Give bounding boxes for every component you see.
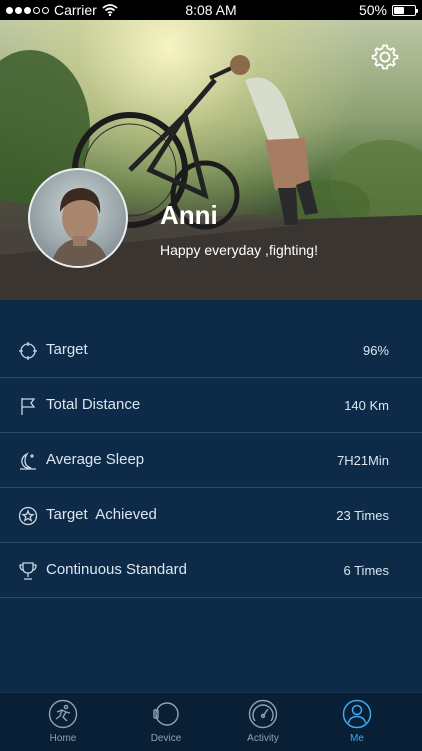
stat-value: 96% [362, 343, 389, 358]
moon-icon [20, 452, 36, 470]
runner-icon [48, 699, 78, 729]
stat-value: 6 Times [343, 563, 389, 578]
tab-me[interactable]: Me [317, 693, 397, 751]
stat-row-total-distance[interactable]: Total Distance 140 Km [0, 378, 422, 433]
stat-label: Target Achieved [46, 506, 157, 523]
stat-label: Average Sleep [46, 451, 145, 468]
profile-header: Anni Happy everyday ,fighting! [0, 20, 422, 300]
tab-label: Device [150, 733, 182, 744]
battery-icon [392, 4, 418, 16]
target-icon [19, 342, 37, 360]
status-right: 50% [358, 2, 418, 18]
stat-row-target-achieved[interactable]: Target Achieved 23 Times [0, 488, 422, 543]
stat-row-average-sleep[interactable]: Average Sleep 7H21Min [0, 433, 422, 488]
flag-icon [21, 398, 36, 415]
avatar[interactable] [28, 168, 128, 268]
stat-value: 140 Km [344, 398, 389, 413]
stat-label: Total Distance [46, 396, 141, 413]
profile-name: Anni [160, 200, 218, 230]
stat-value: 7H21Min [336, 453, 389, 468]
battery-level [394, 6, 404, 14]
user-icon [342, 699, 372, 729]
tab-home[interactable]: Home [23, 693, 103, 751]
tab-label: Me [350, 733, 364, 744]
star-icon [18, 506, 38, 526]
battery-percent: 50% [358, 2, 387, 18]
stat-label: Target [46, 341, 88, 358]
avatar-photo [50, 188, 110, 266]
profile-motto: Happy everyday ,fighting! [160, 242, 318, 258]
gauge-icon [248, 699, 278, 729]
stat-row-continuous-standard[interactable]: Continuous Standard 6 Times [0, 543, 422, 598]
tab-label: Activity [247, 733, 279, 744]
settings-gear-icon[interactable] [370, 42, 400, 72]
tab-label: Home [49, 733, 77, 744]
trophy-icon [19, 562, 37, 580]
tab-device[interactable]: Device [126, 693, 206, 751]
stat-value: 23 Times [336, 508, 389, 523]
status-bar: Carrier 8:08 AM 50% [0, 0, 422, 20]
tab-bar: Home Device Activity Me [0, 692, 422, 751]
watch-icon [153, 702, 179, 726]
stat-row-target[interactable]: Target 96% [0, 323, 422, 378]
tab-activity[interactable]: Activity [223, 693, 303, 751]
stat-label: Continuous Standard [46, 561, 187, 578]
